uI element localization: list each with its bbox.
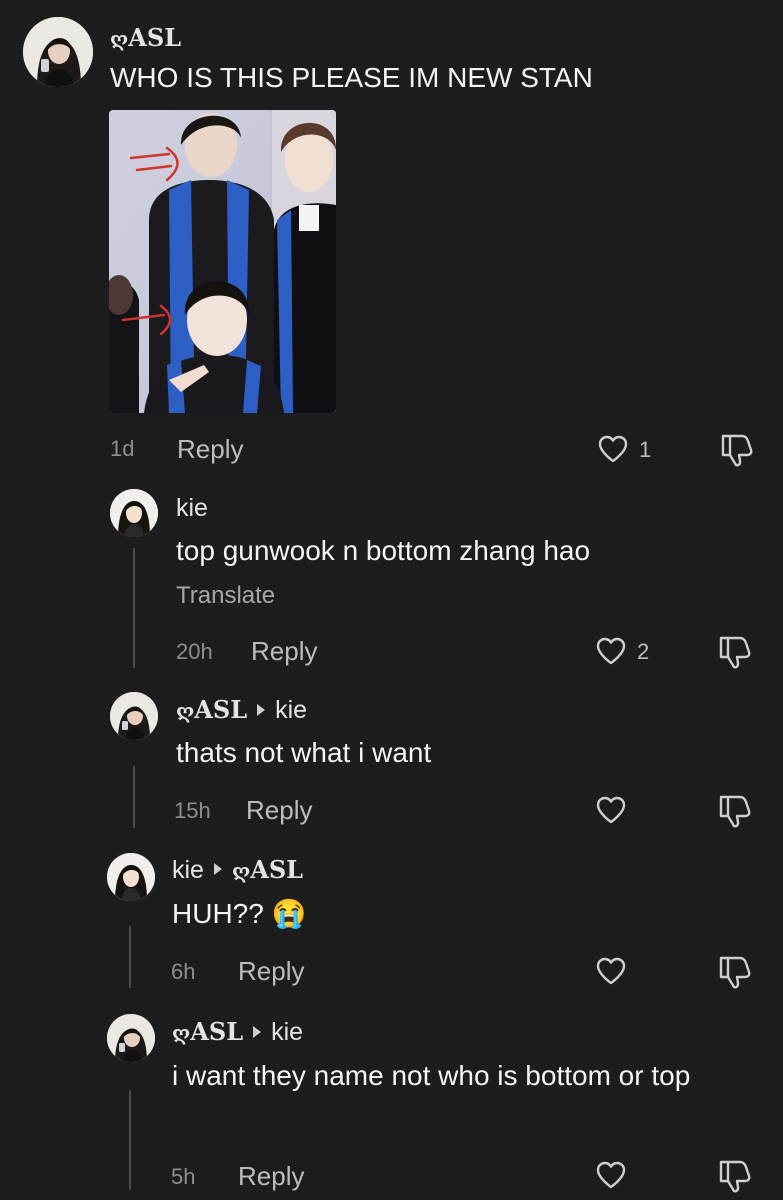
heart-icon: [596, 637, 626, 665]
comment-text: WHO IS THIS PLEASE IM NEW STAN: [110, 62, 593, 93]
comment-text: top gunwook n bottom zhang hao: [176, 535, 591, 566]
reply-button[interactable]: Reply: [238, 1161, 304, 1192]
comment-author[interactable]: kie: [176, 496, 208, 521]
comment-text: thats not what i want: [176, 737, 432, 768]
reply-button[interactable]: Reply: [246, 795, 312, 826]
avatar-image: [110, 489, 158, 537]
comment-time: 6h: [171, 959, 196, 984]
avatar-image: [23, 17, 93, 87]
thread-line: [133, 548, 135, 668]
reply-to-user[interactable]: ღASL: [232, 855, 303, 884]
avatar[interactable]: [110, 692, 158, 740]
heart-icon: [598, 435, 628, 463]
reply-arrow-icon: [257, 703, 266, 716]
like-button[interactable]: [595, 636, 627, 666]
dislike-button[interactable]: [718, 432, 754, 468]
user-prefix-symbol: ღ: [176, 699, 195, 723]
dislike-icon: [719, 956, 751, 989]
heart-icon: [596, 1161, 626, 1189]
reply-button[interactable]: Reply: [238, 956, 304, 987]
avatar[interactable]: [23, 17, 93, 87]
dislike-button[interactable]: [716, 634, 752, 670]
thread-line: [133, 766, 135, 828]
dislike-icon: [721, 434, 753, 467]
avatar-image: [107, 853, 155, 901]
avatar[interactable]: [110, 489, 158, 537]
comment-time: 1d: [110, 436, 135, 461]
comment-text: i want they name not who is bottom or to…: [172, 1060, 691, 1091]
reply-to-user[interactable]: kie: [271, 1018, 303, 1046]
like-count: 1: [639, 437, 652, 462]
comment-photo[interactable]: [109, 110, 336, 413]
dislike-button[interactable]: [716, 793, 752, 829]
like-button[interactable]: [597, 434, 629, 464]
dislike-button[interactable]: [716, 954, 752, 990]
user-prefix-symbol: ღ: [231, 859, 251, 883]
avatar[interactable]: [107, 1014, 155, 1062]
heart-icon: [596, 957, 626, 985]
photo-image: [109, 110, 336, 413]
reply-button[interactable]: Reply: [251, 636, 317, 667]
reply-arrow-icon: [253, 1025, 262, 1038]
user-prefix-symbol: ღ: [172, 1021, 191, 1045]
comment-time: 5h: [171, 1164, 196, 1189]
comment-text: HUH?? 😭: [172, 898, 307, 929]
comment-author[interactable]: ღASL: [110, 26, 181, 50]
heart-icon: [596, 796, 626, 824]
avatar[interactable]: [107, 853, 155, 901]
like-count: 2: [637, 639, 650, 664]
comment-author[interactable]: kie ღASL: [172, 858, 303, 883]
reply-button[interactable]: Reply: [177, 434, 243, 465]
comment-author[interactable]: ღASL kie: [176, 698, 307, 723]
like-button[interactable]: [595, 1160, 627, 1190]
avatar-image: [110, 692, 158, 740]
dislike-button[interactable]: [716, 1158, 752, 1194]
reply-to-user[interactable]: kie: [275, 696, 307, 724]
comment-author[interactable]: ღASL kie: [172, 1020, 303, 1045]
comment-time: 15h: [174, 798, 211, 823]
avatar-image: [107, 1014, 155, 1062]
thread-line: [129, 1090, 131, 1190]
like-button[interactable]: [595, 795, 627, 825]
thread-line: [129, 926, 131, 988]
like-button[interactable]: [595, 956, 627, 986]
comment-time: 20h: [176, 639, 213, 664]
user-prefix-symbol: ღ: [110, 27, 129, 51]
dislike-icon: [719, 795, 751, 828]
reply-arrow-icon: [213, 863, 222, 876]
dislike-icon: [719, 1160, 751, 1193]
translate-button[interactable]: Translate: [176, 582, 275, 610]
dislike-icon: [719, 636, 751, 669]
